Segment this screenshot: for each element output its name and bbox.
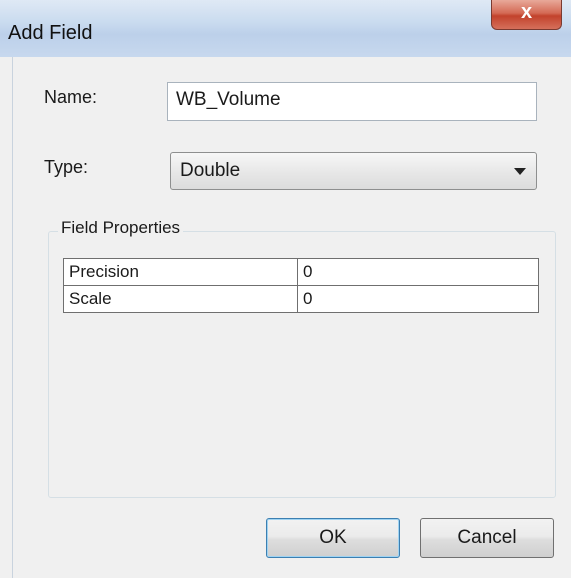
property-value-cell[interactable]: 0: [297, 285, 539, 313]
property-name-cell[interactable]: Precision: [63, 258, 298, 286]
add-field-dialog: Add Field x Name: WB_Volume Type: Double…: [0, 0, 571, 578]
window-title: Add Field: [8, 22, 93, 44]
ok-button[interactable]: OK: [266, 518, 400, 558]
cancel-button[interactable]: Cancel: [420, 518, 554, 558]
type-dropdown[interactable]: Double: [170, 152, 537, 190]
type-selected-value: Double: [180, 160, 241, 181]
field-properties-title: Field Properties: [58, 218, 184, 238]
property-name-cell[interactable]: Scale: [63, 285, 298, 313]
table-row[interactable]: Precision 0: [63, 258, 539, 286]
close-button[interactable]: x: [491, 0, 562, 30]
type-label: Type:: [44, 157, 89, 177]
table-row[interactable]: Scale 0: [63, 285, 539, 313]
close-icon: x: [520, 1, 533, 23]
field-properties-grid: Precision 0 Scale 0: [63, 258, 539, 313]
chevron-down-icon[interactable]: [514, 168, 526, 175]
name-field[interactable]: WB_Volume: [167, 82, 537, 121]
name-label: Name:: [44, 87, 98, 107]
property-value-cell[interactable]: 0: [297, 258, 539, 286]
title-bar[interactable]: Add Field: [0, 0, 571, 57]
